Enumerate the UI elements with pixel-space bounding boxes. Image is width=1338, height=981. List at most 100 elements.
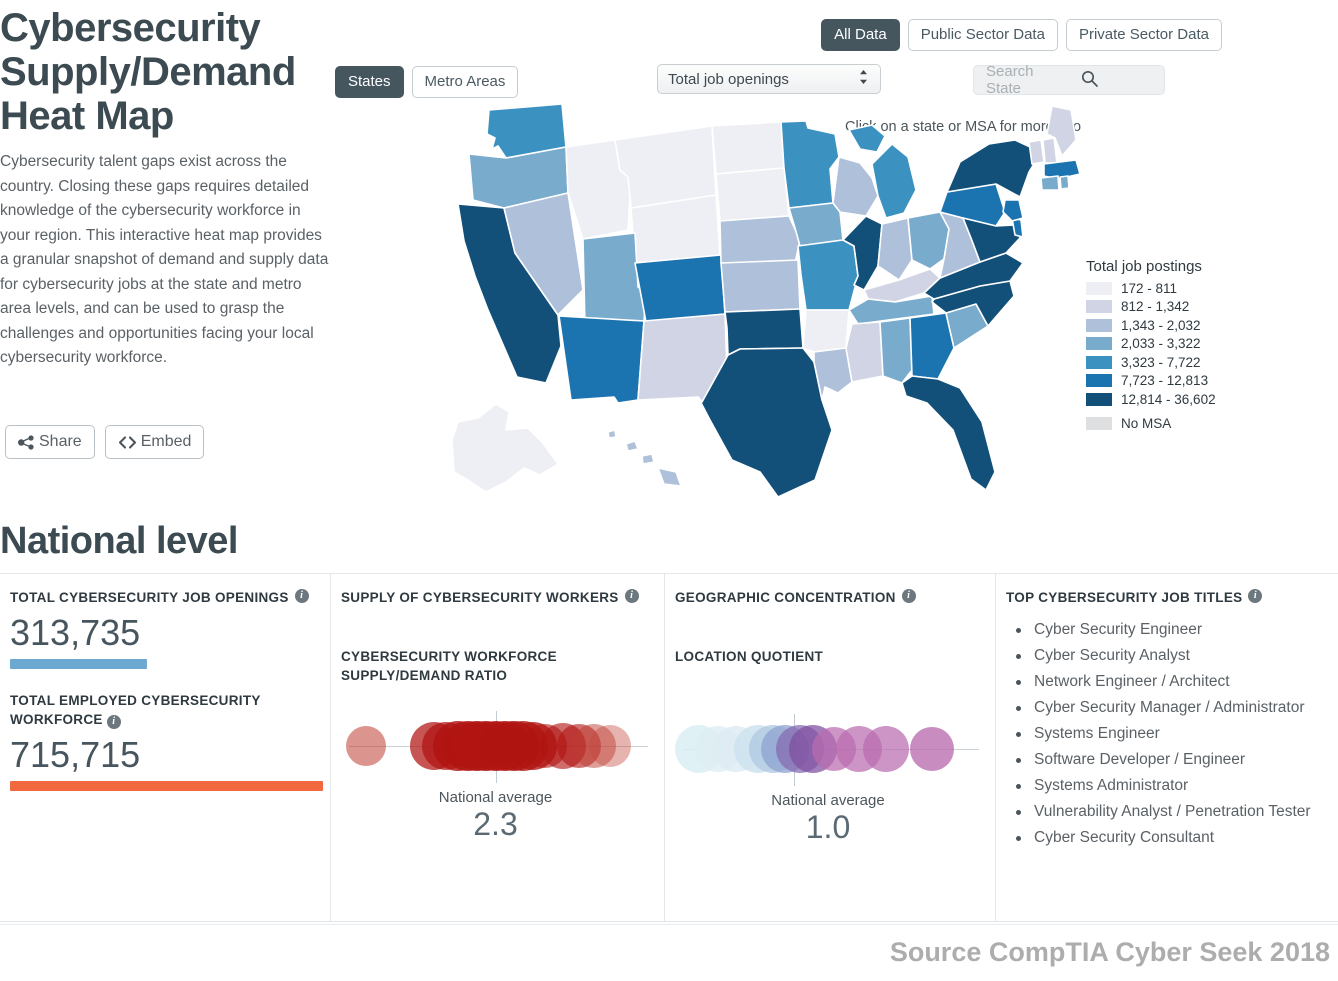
legend-swatch-5: [1086, 355, 1112, 369]
sector-button-private-sector[interactable]: Private Sector Data: [1065, 19, 1222, 51]
geo-header-label: GEOGRAPHIC CONCENTRATION: [675, 590, 896, 605]
intro-block: Cybersecurity Supply/Demand Heat Map Cyb…: [0, 6, 330, 371]
legend-label-2: 812 - 1,342: [1121, 299, 1190, 315]
info-icon-jobs[interactable]: i: [1248, 589, 1263, 603]
legend-swatch-7: [1086, 392, 1112, 406]
supply-average-label: National average: [438, 789, 553, 806]
info-icon-supply[interactable]: i: [624, 589, 639, 603]
state-MT: [614, 125, 717, 209]
job-title-item: Vulnerability Analyst / Penetration Test…: [1016, 799, 1324, 825]
state-IN: [877, 217, 913, 281]
geo-dot-plot: [675, 710, 981, 790]
data-dot: [345, 726, 386, 766]
state-HI-4: [657, 467, 682, 487]
supply-subhead: CYBERSECURITY WORKFORCE SUPPLY/DEMAND RA…: [341, 647, 650, 685]
openings-value: 313,735: [10, 612, 141, 653]
geo-button-metro-areas[interactable]: Metro Areas: [411, 66, 519, 98]
map-controls-row: States Metro Areas Total job openings Se…: [335, 63, 1195, 98]
legend-row-4: 2,033 - 3,322: [1086, 335, 1286, 354]
geo-button-states[interactable]: States: [335, 66, 404, 98]
embed-button[interactable]: Embed: [104, 425, 205, 459]
openings-bar: [10, 659, 147, 669]
legend-label-1: 172 - 811: [1121, 280, 1178, 296]
legend-swatch-2: [1086, 300, 1112, 314]
job-title-item: Systems Engineer: [1016, 721, 1324, 747]
legend-row-6: 7,723 - 12,813: [1086, 372, 1286, 391]
state-AR: [802, 309, 850, 353]
state-AK: [451, 403, 559, 493]
search-icon[interactable]: [1069, 70, 1164, 91]
job-titles-list: Cyber Security Engineer Cyber Security An…: [1006, 617, 1324, 851]
state-NH: [1042, 137, 1058, 164]
panel-job-titles: TOP CYBERSECURITY JOB TITLES i Cyber Sec…: [995, 574, 1338, 921]
supply-average-value: 2.3: [473, 806, 518, 842]
legend-label-3: 1,343 - 2,032: [1121, 317, 1201, 333]
legend-title: Total job postings: [1086, 258, 1202, 275]
state-HI-2: [625, 440, 639, 452]
metric-select-value: Total job openings: [668, 70, 789, 88]
title-line-2: Supply/Demand: [0, 50, 296, 94]
state-AZ: [558, 315, 645, 404]
legend-row-5: 3,323 - 7,722: [1086, 353, 1286, 372]
code-brackets-icon: [118, 435, 137, 450]
sector-button-all-data[interactable]: All Data: [821, 19, 900, 51]
state-VT: [1028, 139, 1045, 165]
search-state-field[interactable]: Search State: [973, 63, 1165, 97]
geo-average-label: National average: [771, 792, 885, 809]
state-NE: [719, 215, 801, 264]
page-title: Cybersecurity Supply/Demand Heat Map: [0, 6, 330, 138]
national-level-title: National level: [0, 520, 238, 562]
info-icon-geo[interactable]: i: [901, 589, 916, 603]
legend-label-6: 7,723 - 12,813: [1121, 373, 1209, 389]
job-title-item: Software Developer / Engineer: [1016, 747, 1324, 773]
title-line-1: Cybersecurity: [0, 6, 261, 50]
state-MO: [797, 239, 859, 311]
us-choropleth-map[interactable]: [440, 100, 1100, 510]
geography-toggle-group: States Metro Areas: [335, 66, 519, 98]
sector-button-public-sector[interactable]: Public Sector Data: [907, 19, 1058, 51]
map-svg[interactable]: [440, 100, 1100, 510]
state-KS: [720, 259, 801, 313]
workforce-header-line2: WORKFORCE: [10, 712, 103, 727]
legend-row-8: No MSA: [1086, 415, 1286, 434]
data-dot: [910, 727, 955, 771]
state-LA: [813, 347, 853, 401]
panel-job-openings: TOTAL CYBERSECURITY JOB OPENINGS i 313,7…: [0, 574, 330, 921]
state-GA: [909, 312, 955, 380]
search-input[interactable]: Search State: [974, 63, 1069, 97]
data-dot: [588, 725, 631, 767]
share-button[interactable]: Share: [5, 425, 95, 459]
state-CT: [1040, 175, 1060, 191]
legend-row-1: 172 - 811: [1086, 279, 1286, 298]
supply-subhead-line1: CYBERSECURITY WORKFORCE: [341, 649, 557, 664]
state-WI: [832, 156, 879, 217]
job-title-item: Cyber Security Manager / Administrator: [1016, 695, 1324, 721]
sector-filter-group: All Data Public Sector Data Private Sect…: [821, 19, 1222, 51]
state-WY: [630, 194, 721, 264]
legend-label-4: 2,033 - 3,322: [1121, 336, 1201, 352]
info-icon-workforce[interactable]: i: [106, 715, 121, 729]
job-title-item: Network Engineer / Architect: [1016, 669, 1324, 695]
workforce-value: 715,715: [10, 734, 141, 775]
state-MS: [845, 321, 884, 383]
info-icon-openings[interactable]: i: [294, 589, 309, 603]
legend-row-2: 812 - 1,342: [1086, 298, 1286, 317]
openings-header-label: TOTAL CYBERSECURITY JOB OPENINGS: [10, 590, 289, 605]
legend-swatch-8: [1086, 417, 1112, 431]
jobs-header-label: TOP CYBERSECURITY JOB TITLES: [1006, 590, 1243, 605]
state-NJ: [1002, 199, 1024, 222]
panel-supply: SUPPLY OF CYBERSECURITY WORKERS i CYBERS…: [330, 574, 664, 921]
jobs-header: TOP CYBERSECURITY JOB TITLES i: [1006, 588, 1324, 607]
legend-swatch-4: [1086, 337, 1112, 351]
state-RI: [1059, 175, 1070, 190]
panel-geo-concentration: GEOGRAPHIC CONCENTRATION i LOCATION QUOT…: [664, 574, 995, 921]
job-title-item: Cyber Security Analyst: [1016, 643, 1324, 669]
geo-average-value: 1.0: [805, 809, 851, 845]
job-title-item: Cyber Security Engineer: [1016, 617, 1324, 643]
legend-swatch-6: [1086, 374, 1112, 388]
metric-select[interactable]: Total job openings: [657, 64, 881, 94]
source-label: Source CompTIA Cyber Seek 2018: [889, 937, 1330, 967]
legend-swatch-1: [1086, 281, 1112, 295]
geo-subhead: LOCATION QUOTIENT: [675, 649, 824, 664]
state-SD: [715, 167, 790, 222]
